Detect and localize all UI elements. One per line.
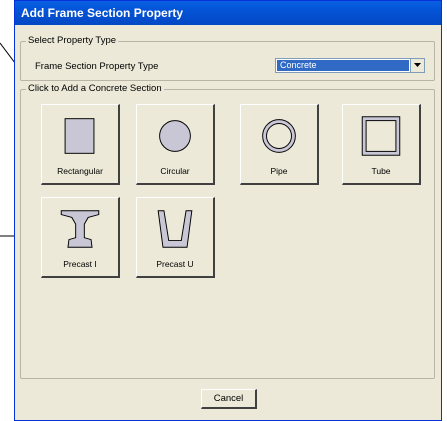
chevron-down-icon bbox=[414, 63, 421, 67]
tube-section-icon bbox=[361, 116, 401, 156]
precast-u-label: Precast U bbox=[156, 259, 194, 269]
add-frame-section-dialog: Add Frame Section Property Select Proper… bbox=[14, 0, 442, 421]
rectangular-label: Rectangular bbox=[57, 166, 103, 176]
rectangular-section-button[interactable]: Rectangular bbox=[41, 104, 120, 185]
property-type-dropdown[interactable]: Concrete bbox=[275, 58, 425, 73]
dialog-title: Add Frame Section Property bbox=[15, 1, 441, 25]
tube-section-button[interactable]: Tube bbox=[342, 104, 421, 185]
concrete-section-label: Click to Add a Concrete Section bbox=[26, 82, 164, 96]
property-type-value: Concrete bbox=[277, 60, 409, 71]
frame-section-property-type-label: Frame Section Property Type bbox=[35, 61, 159, 72]
precast-i-section-button[interactable]: Precast I bbox=[41, 197, 120, 278]
select-property-type-group: Select Property Type Frame Section Prope… bbox=[20, 34, 435, 81]
circular-section-button[interactable]: Circular bbox=[136, 104, 215, 185]
precast-u-section-icon bbox=[157, 210, 193, 248]
cancel-button[interactable]: Cancel bbox=[201, 389, 257, 409]
dropdown-arrow-button[interactable] bbox=[410, 59, 424, 72]
tube-label: Tube bbox=[371, 166, 391, 176]
circle-section-icon bbox=[159, 120, 191, 152]
circular-label: Circular bbox=[160, 166, 190, 176]
pipe-section-button[interactable]: Pipe bbox=[240, 104, 319, 185]
concrete-section-group: Click to Add a Concrete Section Rectangu… bbox=[20, 82, 435, 379]
pipe-section-icon bbox=[262, 119, 296, 153]
select-property-type-label: Select Property Type bbox=[26, 34, 119, 48]
precast-i-label: Precast I bbox=[63, 259, 97, 269]
precast-i-section-icon bbox=[60, 210, 100, 248]
pipe-label: Pipe bbox=[270, 166, 288, 176]
precast-u-section-button[interactable]: Precast U bbox=[136, 197, 215, 278]
rectangle-section-icon bbox=[64, 118, 95, 154]
